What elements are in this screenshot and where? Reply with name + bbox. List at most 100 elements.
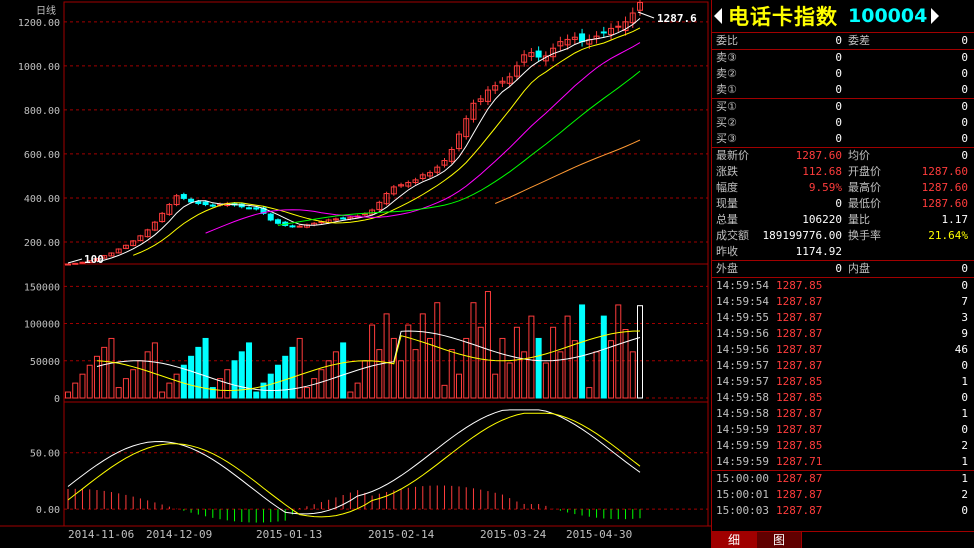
tick-time: 14:59:56 — [716, 343, 769, 356]
tick-volume: 2 — [961, 439, 968, 452]
volume-bar — [318, 369, 325, 399]
tick-list[interactable]: 14:59:54 1287.85 0 14:59:54 1287.87 7 14:59:55… — [712, 278, 974, 519]
candle-body — [296, 225, 303, 228]
tick-volume: 1 — [961, 407, 968, 420]
volume-bar — [398, 360, 405, 399]
tick-volume: 0 — [961, 391, 968, 404]
bid-volume: 0 — [961, 100, 968, 113]
waipan-value: 0 — [835, 262, 842, 275]
macd-dea-line — [67, 412, 641, 518]
tick-time: 14:59:59 — [716, 455, 769, 468]
tab-detail[interactable]: 细 — [712, 532, 757, 548]
tick-row[interactable]: 14:59:56 1287.87 9 — [712, 326, 974, 342]
tick-row[interactable]: 14:59:54 1287.87 7 — [712, 294, 974, 310]
candle-body — [202, 201, 209, 206]
tick-price: 1287.87 — [776, 295, 823, 308]
volume-bar — [499, 337, 506, 399]
bid-level-label: 买③ — [716, 132, 737, 145]
stat-value: 189199776.00 — [762, 229, 842, 242]
candle-body — [340, 217, 347, 220]
volume-tick-label: 0 — [54, 394, 60, 405]
volume-bar — [441, 384, 448, 399]
bid-level-label: 买① — [716, 100, 737, 113]
neipan-label: 内盘 — [848, 262, 870, 275]
volume-panel-frame — [63, 263, 709, 403]
bid-row: 买② 0 0 — [712, 115, 974, 131]
price-tick-label: 600.00 — [24, 150, 60, 161]
stat-row: 昨收 1174.92 — [712, 244, 974, 260]
ask-volume: 0 — [961, 67, 968, 80]
volume-bar — [267, 373, 274, 399]
tick-row[interactable]: 15:00:03 1287.87 0 — [712, 503, 974, 519]
volume-tick-label: 50000 — [30, 357, 60, 368]
stat-row: 涨跌 112.68 开盘价 1287.60 — [712, 164, 974, 180]
panel-tabs: 细 图 — [712, 531, 974, 548]
stat-label: 最新价 — [716, 149, 749, 162]
volume-bar — [166, 382, 173, 399]
tick-row[interactable]: 14:59:54 1287.85 0 — [712, 278, 974, 294]
stat-label: 量比 — [848, 213, 870, 226]
tab-chart[interactable]: 图 — [757, 532, 802, 548]
tick-row[interactable]: 14:59:56 1287.87 46 — [712, 342, 974, 358]
ask-row: 卖② 0 0 — [712, 66, 974, 82]
volume-bar — [405, 324, 412, 399]
volume-bar — [151, 342, 158, 399]
volume-bar — [296, 337, 303, 399]
tick-row[interactable]: 14:59:58 1287.85 0 — [712, 390, 974, 406]
macd-tick-label: 0.00 — [36, 505, 60, 516]
tick-volume: 3 — [961, 311, 968, 324]
tick-time: 15:00:01 — [716, 488, 769, 501]
tick-row[interactable]: 14:59:55 1287.87 3 — [712, 310, 974, 326]
price-tick-label: 1000.00 — [18, 62, 60, 73]
quote-panel: 电话卡指数 100004 委比 0 委差 0 卖③ 0 0 卖② 0 0 卖① 0 0 买① 0 0… — [711, 0, 974, 548]
stat-label: 换手率 — [848, 229, 881, 242]
date-axis: 2014-11-06 2014-12-09 2015-01-13 2015-02-14… — [64, 528, 714, 544]
volume-bar — [615, 304, 622, 399]
tick-volume: 0 — [961, 504, 968, 517]
bid-volume: 0 — [961, 116, 968, 129]
stat-label: 成交额 — [716, 229, 749, 242]
weibi-label: 委比 — [716, 34, 738, 47]
volume-bar — [506, 362, 513, 399]
tick-row[interactable]: 14:59:57 1287.87 0 — [712, 358, 974, 374]
macd-dif-line — [67, 409, 641, 515]
ask-row: 卖① 0 0 — [712, 82, 974, 98]
volume-tick-label: 150000 — [24, 282, 60, 293]
tick-row[interactable]: 15:00:01 1287.87 2 — [712, 487, 974, 503]
kline-chart-area[interactable]: 日线 1200.00 1000.00 800.00 600.00 400.00 200.00… — [0, 0, 711, 548]
ask-price: 0 — [835, 67, 842, 80]
ask-price: 0 — [835, 83, 842, 96]
tick-volume: 1 — [961, 472, 968, 485]
volume-bar — [347, 391, 354, 399]
kline-chart[interactable]: 日线1200.001000.00800.00600.00400.00200.00… — [0, 0, 711, 548]
tick-price: 1287.87 — [776, 423, 823, 436]
stat-row: 总量 106220 量比 1.17 — [712, 212, 974, 228]
candle-body — [180, 194, 187, 199]
stat-row: 幅度 9.59% 最高价 1287.60 — [712, 180, 974, 196]
prev-stock-arrow-icon[interactable] — [714, 8, 722, 24]
tick-row[interactable]: 14:59:57 1287.85 1 — [712, 374, 974, 390]
ma10-line — [133, 27, 641, 256]
tick-price: 1287.87 — [776, 311, 823, 324]
tick-row[interactable]: 14:59:59 1287.85 2 — [712, 438, 974, 454]
tick-row[interactable]: 14:59:59 1287.71 1 — [712, 454, 974, 470]
stock-code: 100004 — [848, 5, 928, 27]
price-tick-label: 800.00 — [24, 106, 60, 117]
stat-label: 涨跌 — [716, 165, 738, 178]
tick-volume: 1 — [961, 455, 968, 468]
tick-row[interactable]: 15:00:00 1287.87 1 — [712, 470, 974, 487]
weicha-value: 0 — [961, 34, 968, 47]
volume-bar — [600, 315, 607, 399]
tick-price: 1287.87 — [776, 359, 823, 372]
candle-body — [274, 219, 281, 224]
tick-row[interactable]: 14:59:59 1287.87 0 — [712, 422, 974, 438]
ask-volume: 0 — [961, 83, 968, 96]
price-tick-label: 200.00 — [24, 238, 60, 249]
next-stock-arrow-icon[interactable] — [931, 8, 940, 24]
stat-value: 9.59% — [808, 181, 842, 194]
volume-tick-label: 100000 — [24, 320, 60, 331]
volume-bar — [303, 387, 310, 399]
tick-row[interactable]: 14:59:58 1287.87 1 — [712, 406, 974, 422]
volume-bar — [115, 387, 122, 399]
volume-bar — [340, 342, 347, 399]
